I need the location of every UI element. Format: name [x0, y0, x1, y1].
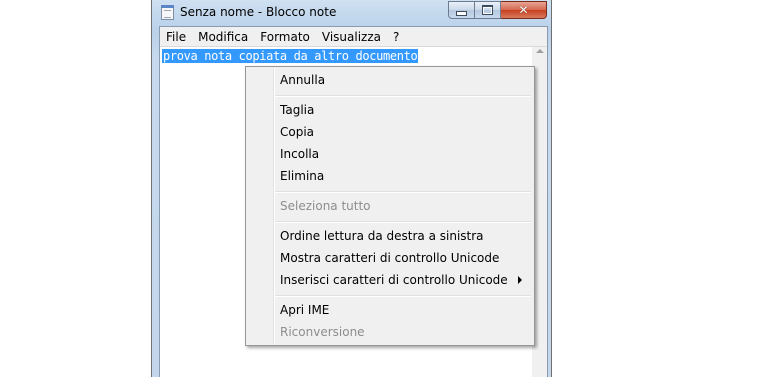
- minimize-button[interactable]: [448, 1, 475, 19]
- ctx-apri-ime[interactable]: Apri IME: [280, 303, 329, 317]
- menu-bar: File Modifica Formato Visualizza ?: [160, 27, 547, 47]
- menu-modifica[interactable]: Modifica: [192, 27, 254, 46]
- minimize-icon: [456, 11, 467, 16]
- window-controls: ✕: [448, 1, 547, 19]
- ctx-copia[interactable]: Copia: [280, 125, 314, 139]
- ctx-taglia[interactable]: Taglia: [280, 103, 314, 117]
- submenu-arrow-icon: [518, 276, 522, 284]
- title-bar[interactable]: Senza nome - Blocco note ✕: [152, 0, 551, 26]
- context-menu: Annulla Taglia Copia Incolla Elimina Sel…: [245, 66, 535, 346]
- maximize-button[interactable]: [475, 1, 501, 19]
- separator: [275, 295, 531, 297]
- ctx-inserisci-caratteri[interactable]: Inserisci caratteri di controllo Unicode: [280, 273, 508, 287]
- menu-formato[interactable]: Formato: [254, 27, 316, 46]
- context-menu-gutter: [273, 68, 275, 344]
- close-icon: ✕: [518, 3, 529, 17]
- menu-visualizza[interactable]: Visualizza: [316, 27, 387, 46]
- notepad-icon[interactable]: [161, 5, 174, 20]
- ctx-elimina[interactable]: Elimina: [280, 169, 324, 183]
- ctx-seleziona-tutto: Seleziona tutto: [280, 199, 371, 213]
- separator: [275, 221, 531, 223]
- selected-text[interactable]: prova nota copiata da altro documento: [162, 49, 419, 63]
- ctx-annulla[interactable]: Annulla: [280, 73, 325, 87]
- ctx-riconversione: Riconversione: [280, 325, 365, 339]
- ctx-incolla[interactable]: Incolla: [280, 147, 319, 161]
- maximize-icon: [482, 5, 493, 15]
- close-button[interactable]: ✕: [501, 1, 547, 19]
- separator: [275, 95, 531, 97]
- menu-file[interactable]: File: [160, 27, 192, 46]
- ctx-ordine-lettura[interactable]: Ordine lettura da destra a sinistra: [280, 229, 484, 243]
- scroll-up-arrow-icon[interactable]: [536, 49, 544, 53]
- separator: [275, 191, 531, 193]
- ctx-mostra-caratteri[interactable]: Mostra caratteri di controllo Unicode: [280, 251, 499, 265]
- window-title: Senza nome - Blocco note: [180, 5, 337, 19]
- menu-help[interactable]: ?: [387, 27, 405, 46]
